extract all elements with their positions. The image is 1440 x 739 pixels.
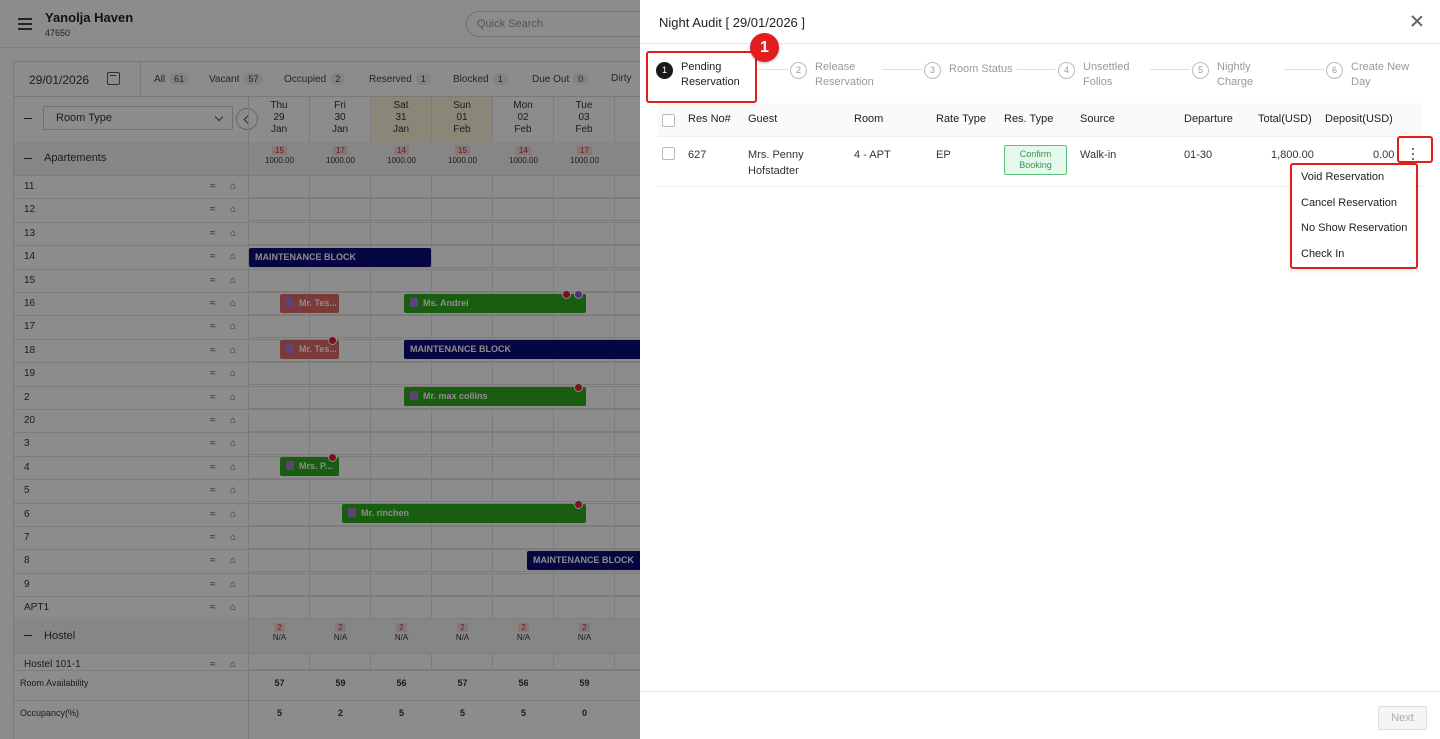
menu-highlight <box>1290 163 1418 269</box>
guest-name: Mrs. Penny Hofstadter <box>748 149 804 177</box>
step-nightly-charge[interactable]: 5 Nightly Charge <box>1192 60 1292 90</box>
modal-overlay[interactable] <box>0 0 640 739</box>
row-checkbox[interactable] <box>662 147 675 160</box>
next-button[interactable]: Next <box>1378 706 1427 730</box>
kebab-highlight <box>1397 136 1433 163</box>
step-unsettled-folios[interactable]: 4 Unsettled Folios <box>1058 60 1158 90</box>
step-release-reservation[interactable]: 2 Release Reservation <box>790 60 890 90</box>
step-connector <box>1284 69 1324 70</box>
step-room-status[interactable]: 3 Room Status <box>924 60 1024 90</box>
annotation-badge: 1 <box>750 33 779 62</box>
step-highlight <box>646 51 757 103</box>
drawer-title: Night Audit [ 29/01/2026 ] <box>659 15 805 30</box>
status-badge: Confirm Booking <box>1004 145 1067 175</box>
close-icon[interactable] <box>1410 14 1424 28</box>
table-header: Res No# Guest Room Rate Type Res. Type S… <box>657 103 1423 137</box>
select-all-checkbox[interactable] <box>662 114 675 127</box>
step-connector <box>882 69 922 70</box>
night-audit-drawer: Night Audit [ 29/01/2026 ] 1 Pending Rese… <box>640 0 1440 739</box>
divider <box>640 691 1440 692</box>
step-create-new-day[interactable]: 6 Create New Day <box>1326 60 1426 90</box>
step-connector <box>758 69 788 70</box>
step-connector <box>1150 69 1190 70</box>
step-connector <box>1017 69 1055 70</box>
